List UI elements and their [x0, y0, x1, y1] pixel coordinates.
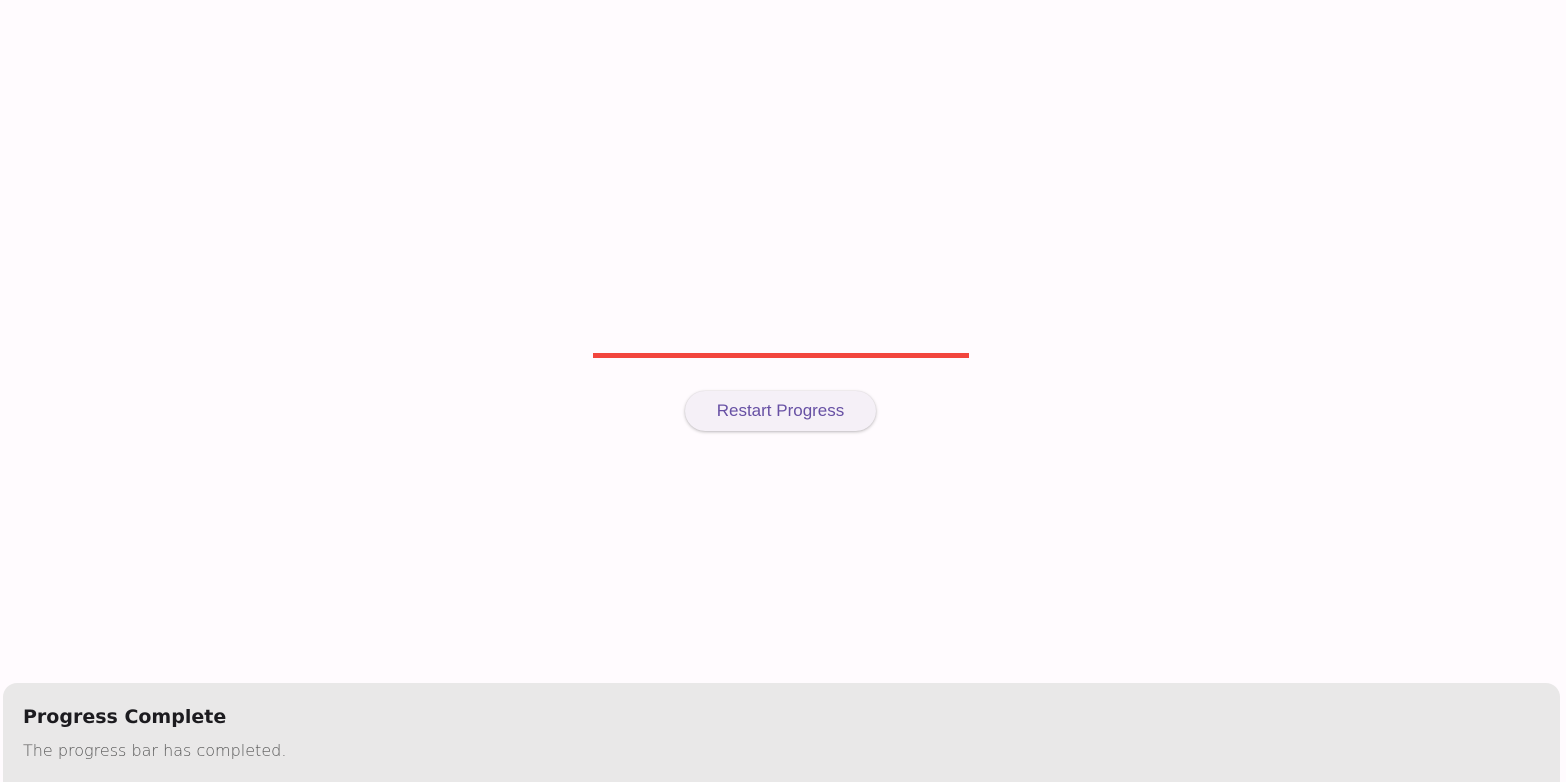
restart-progress-button[interactable]: Restart Progress: [685, 391, 876, 431]
app-window: Restart Progress Progress Complete The p…: [0, 0, 1566, 782]
progress-bar: [593, 353, 969, 358]
notification-message: The progress bar has completed.: [23, 741, 287, 760]
progress-bar-fill: [593, 353, 969, 358]
notification-banner: Progress Complete The progress bar has c…: [3, 683, 1560, 782]
notification-title: Progress Complete: [23, 706, 227, 728]
